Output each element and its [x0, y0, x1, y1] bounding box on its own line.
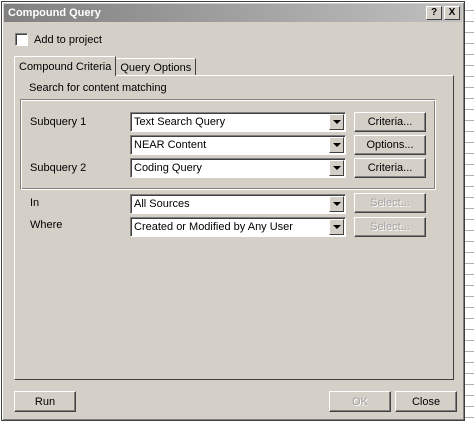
run-button[interactable]: Run [14, 391, 76, 412]
in-label: In [30, 197, 40, 209]
chevron-down-icon[interactable] [329, 219, 344, 235]
add-to-project-label: Add to project [34, 33, 102, 46]
search-group-caption: Search for content matching [29, 82, 167, 94]
where-select-button[interactable]: Select... [354, 217, 426, 237]
in-select-button[interactable]: Select... [354, 193, 426, 213]
where-label: Where [30, 219, 63, 231]
operator-select[interactable]: NEAR Content [130, 135, 346, 155]
subquery2-value: Coding Query [134, 162, 202, 174]
in-value: All Sources [134, 198, 190, 210]
window-title: Compound Query [8, 7, 101, 19]
subquery2-label: Subquery 2 [30, 162, 87, 174]
add-to-project-checkbox[interactable] [15, 33, 28, 46]
in-select[interactable]: All Sources [130, 194, 346, 214]
where-value: Created or Modified by Any User [134, 221, 293, 233]
where-select[interactable]: Created or Modified by Any User [130, 217, 346, 237]
operator-options-button[interactable]: Options... [354, 135, 426, 155]
chevron-down-icon[interactable] [329, 114, 344, 130]
tab-compound-criteria[interactable]: Compound Criteria [14, 56, 117, 76]
subquery1-select[interactable]: Text Search Query [130, 112, 346, 132]
subquery1-value: Text Search Query [134, 116, 226, 128]
operator-value: NEAR Content [134, 139, 207, 151]
title-bar[interactable]: Compound Query ? X [4, 4, 462, 22]
tab-strip: Compound Criteria Query Options [14, 56, 197, 76]
chevron-down-icon[interactable] [329, 137, 344, 153]
subquery1-label: Subquery 1 [30, 116, 87, 128]
subquery2-select[interactable]: Coding Query [130, 158, 346, 178]
help-button[interactable]: ? [426, 6, 442, 20]
close-window-button[interactable]: X [444, 6, 460, 20]
subquery2-criteria-button[interactable]: Criteria... [354, 158, 426, 178]
ok-button[interactable]: OK [329, 391, 391, 412]
subquery1-criteria-button[interactable]: Criteria... [354, 112, 426, 132]
close-button[interactable]: Close [395, 391, 457, 412]
chevron-down-icon[interactable] [329, 196, 344, 212]
tab-query-options[interactable]: Query Options [115, 58, 197, 76]
chevron-down-icon[interactable] [329, 160, 344, 176]
add-to-project-row[interactable]: Add to project [15, 33, 102, 46]
